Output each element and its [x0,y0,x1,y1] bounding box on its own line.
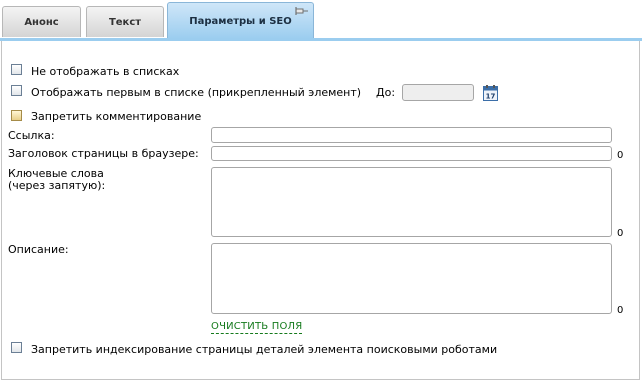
disable-comments-checkbox[interactable] [11,110,22,121]
description-counter: 0 [617,305,624,316]
show-first-checkbox[interactable] [11,85,22,96]
tab-bar: Анонс Текст Параметры и SEO [0,0,642,40]
until-date-input[interactable] [402,84,474,101]
tab-text[interactable]: Текст [86,6,164,37]
page-title-input[interactable] [211,146,612,161]
clear-fields-link[interactable]: ОЧИСТИТЬ ПОЛЯ [211,321,303,334]
tab-announce[interactable]: Анонс [2,6,81,37]
until-label: До: [376,86,396,99]
disable-indexing-checkbox[interactable] [11,342,22,353]
calendar-day-text: 17 [486,93,496,101]
show-first-label: Отображать первым в списке (прикрепленны… [31,86,362,99]
hide-in-lists-checkbox[interactable] [11,64,22,75]
link-label: Ссылка: [8,129,55,142]
tab-params-seo[interactable]: Параметры и SEO [167,2,314,39]
link-input[interactable] [211,127,612,143]
keywords-textarea[interactable] [211,167,612,237]
description-label: Описание: [8,243,69,256]
page-title-counter: 0 [617,150,624,161]
tab-params-seo-label: Параметры и SEO [189,16,292,27]
keywords-hint: (через запятую): [8,179,106,192]
pin-icon[interactable] [295,6,309,16]
disable-indexing-label: Запретить индексирование страницы детале… [31,343,498,356]
calendar-icon[interactable]: 17 [483,85,498,101]
disable-comments-label: Запретить комментирование [31,110,202,123]
page-title-label: Заголовок страницы в браузере: [8,147,199,160]
hide-in-lists-label: Не отображать в списках [31,65,180,78]
keywords-counter: 0 [617,228,624,239]
description-textarea[interactable] [211,243,612,314]
